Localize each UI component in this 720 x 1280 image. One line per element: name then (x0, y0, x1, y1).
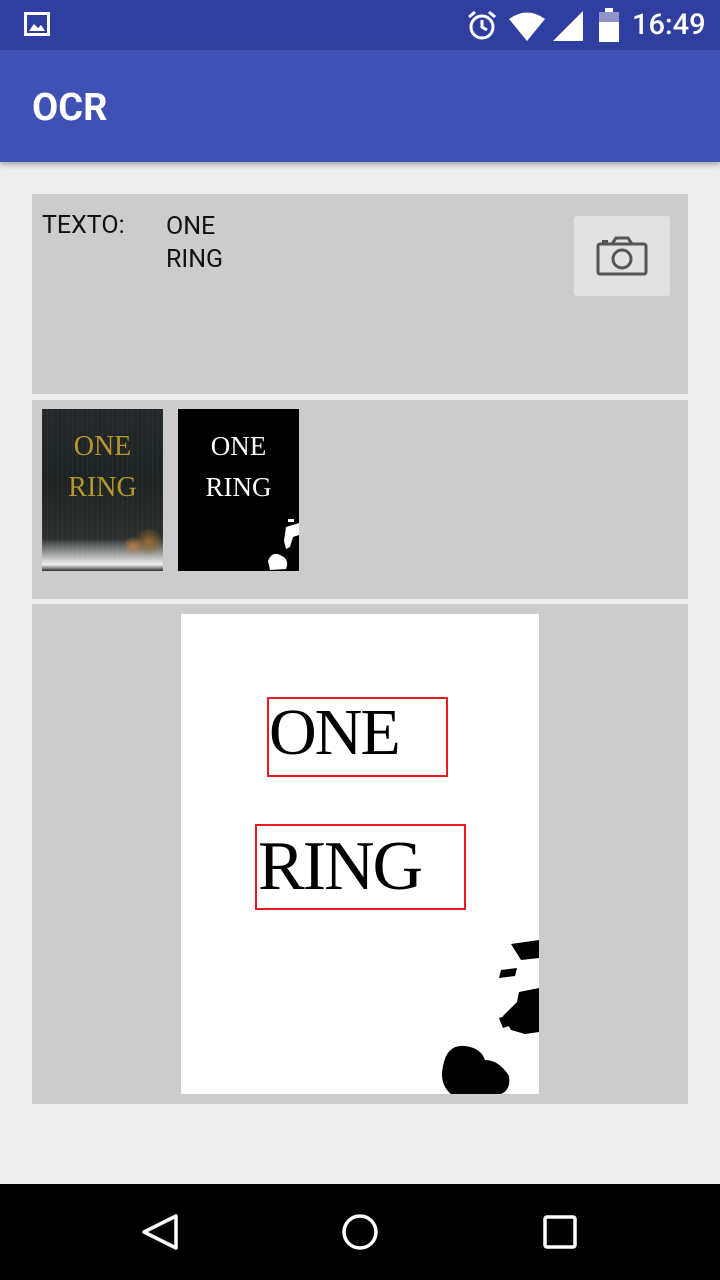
wifi-icon (509, 12, 545, 41)
home-icon[interactable] (336, 1208, 384, 1256)
texto-label: TEXTO: (42, 211, 125, 240)
ring-glow (122, 537, 144, 555)
gallery-notification-icon (24, 12, 50, 36)
binary-noise-blobs (442, 940, 539, 1094)
app-title: OCR (32, 86, 108, 130)
binarized-image-thumbnail[interactable]: ONE RING (178, 409, 299, 571)
back-icon[interactable] (136, 1208, 184, 1256)
recognized-text-panel: TEXTO: ONE RING (32, 194, 688, 394)
binary-noise-blobs (268, 519, 299, 570)
camera-icon (596, 236, 648, 276)
thumb-text-line: RING (68, 472, 137, 503)
detection-result-image: ONE RING (181, 614, 539, 1094)
status-time: 16:49 (632, 8, 706, 42)
camera-button[interactable] (574, 216, 670, 296)
original-image-thumbnail[interactable]: ONE RING (42, 409, 163, 571)
recognized-text: ONE RING (166, 212, 224, 274)
detection-result-panel: ONE RING (32, 604, 688, 1104)
status-bar: 16:49 (0, 0, 720, 50)
thumbnails-panel: ONE RING ONE RING (32, 400, 688, 599)
thumb-text-line: ONE (73, 431, 132, 462)
navigation-bar (0, 1184, 720, 1280)
recents-icon[interactable] (536, 1208, 584, 1256)
battery-icon (599, 8, 619, 42)
app-bar: OCR (0, 50, 720, 162)
alarm-icon (468, 10, 496, 40)
signal-icon (553, 11, 583, 41)
